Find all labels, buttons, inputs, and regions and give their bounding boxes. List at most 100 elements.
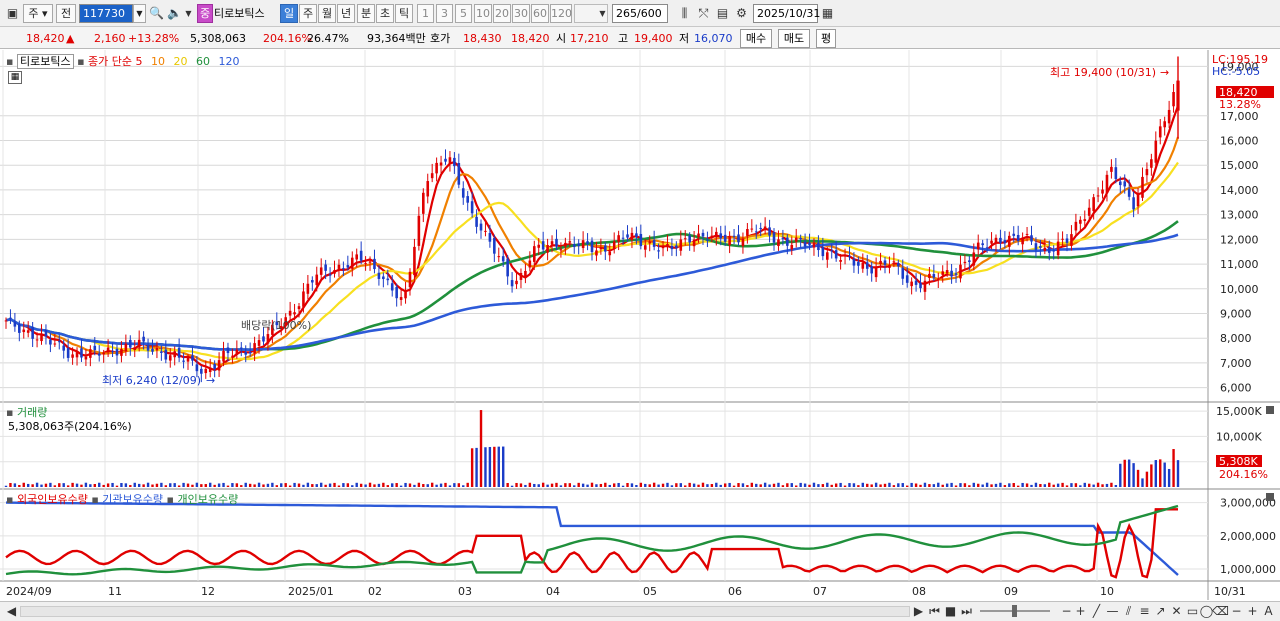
scroll-track[interactable] <box>20 606 910 617</box>
volume-bar <box>550 483 554 487</box>
candle-body <box>390 283 394 291</box>
speaker-dropdown-icon[interactable]: ▼ <box>180 5 197 22</box>
candle-body <box>435 162 438 174</box>
scroll-to-end-icon[interactable]: ⏭ <box>958 603 975 620</box>
interval-20[interactable]: 20 <box>493 4 511 23</box>
foreign-holdings-label[interactable]: 외국인보유수량 <box>17 493 88 506</box>
volume-panel-close-icon[interactable] <box>1266 406 1274 414</box>
institution-holdings-label[interactable]: 기관보유수량 <box>102 493 163 506</box>
individual-holdings-label[interactable]: 개인보유수량 <box>177 493 238 506</box>
candle-body <box>40 333 43 342</box>
period-year[interactable]: 년 <box>337 4 355 23</box>
interval-10[interactable]: 10 <box>474 4 492 23</box>
scroll-to-start-icon[interactable]: ⏮ <box>926 603 943 620</box>
zoom-in-icon[interactable]: + <box>1072 603 1089 620</box>
bar-count-total: /600 <box>637 7 662 20</box>
eraser-icon[interactable]: ⌫ <box>1212 603 1229 620</box>
candle-body <box>577 243 580 247</box>
search-icon[interactable]: 🔍 <box>148 5 165 22</box>
volume-bar <box>222 482 225 487</box>
candle-body <box>661 246 665 249</box>
ma-legend-prefix[interactable]: 종가 단순 <box>88 55 132 68</box>
candle-type-icon[interactable]: ⫼ <box>676 5 693 22</box>
draw-channel-icon[interactable]: ⫽ <box>1120 603 1137 620</box>
volume-bar <box>1132 463 1135 487</box>
window-menu-icon[interactable]: ▣ <box>4 5 21 22</box>
minus-icon[interactable]: − <box>1228 603 1245 620</box>
period-second[interactable]: 초 <box>376 4 394 23</box>
draw-fib-icon[interactable]: ≡ <box>1136 603 1153 620</box>
date-input[interactable]: 2025/10/31 <box>753 4 820 23</box>
candle-body <box>208 367 212 372</box>
chart-svg[interactable]: 19,00017,00016,00015,00014,00013,00012,0… <box>0 50 1280 600</box>
candle-body <box>262 336 265 342</box>
bar-count-field[interactable]: 265/600 <box>612 4 668 23</box>
draw-line-icon[interactable]: ╱ <box>1088 603 1105 620</box>
x-axis-label: 04 <box>546 585 560 598</box>
scroll-left-icon[interactable]: ◀ <box>3 603 20 620</box>
calendar-icon[interactable]: ▦ <box>819 5 836 22</box>
period-week[interactable]: 주 <box>299 4 317 23</box>
prev-stock-button[interactable]: 전 <box>56 4 76 23</box>
save-icon[interactable]: ▤ <box>714 5 731 22</box>
volume-bar <box>732 485 736 487</box>
zoom-slider-handle[interactable] <box>1012 605 1017 617</box>
interval-30[interactable]: 30 <box>512 4 530 23</box>
volume-bar <box>746 485 749 487</box>
interval-120[interactable]: 120 <box>550 4 572 23</box>
candle-body <box>879 260 882 265</box>
period-month[interactable]: 월 <box>318 4 336 23</box>
draw-cross-icon[interactable]: ✕ <box>1168 603 1185 620</box>
candle-body <box>608 251 612 256</box>
period-day[interactable]: 일 <box>280 4 298 23</box>
candle-body <box>213 364 216 369</box>
candle-body <box>963 261 967 264</box>
eval-button[interactable]: 평 <box>816 29 836 48</box>
candle-body <box>13 321 17 327</box>
bar-count-value: 265 <box>616 7 637 20</box>
interval-dropdown-icon[interactable]: ▼ <box>594 5 611 22</box>
draw-arrow-icon[interactable]: ↗ <box>1152 603 1169 620</box>
sell-button[interactable]: 매도 <box>778 29 810 48</box>
volume-bar <box>75 483 79 487</box>
overlay-icon[interactable]: ⤲ <box>695 5 712 22</box>
interval-5[interactable]: 5 <box>455 4 472 23</box>
draw-hline-icon[interactable]: — <box>1104 603 1121 620</box>
candle-body <box>808 242 811 245</box>
period-minute[interactable]: 분 <box>357 4 375 23</box>
volume-bar <box>1167 468 1171 487</box>
scroll-right-icon[interactable]: ▶ <box>910 603 927 620</box>
buy-button[interactable]: 매수 <box>740 29 772 48</box>
period-tick[interactable]: 틱 <box>395 4 413 23</box>
market-select[interactable]: 주 ▾ <box>23 4 53 23</box>
price-panel-name[interactable]: 티로보틱스 <box>16 54 74 69</box>
candle-body <box>985 247 989 249</box>
volume-bar <box>719 484 722 487</box>
holdings-panel-close-icon[interactable] <box>1266 493 1274 501</box>
code-dropdown-button[interactable]: ▼ <box>133 4 146 23</box>
volume-bar <box>391 483 394 487</box>
current-pct-text: 13.28% <box>1219 98 1261 111</box>
volume-bar <box>1048 482 1051 487</box>
grid-toggle-icon[interactable]: ▦ <box>8 71 22 84</box>
volume-bar <box>586 484 589 487</box>
interval-60[interactable]: 60 <box>531 4 549 23</box>
stock-code-input[interactable]: 117730 <box>79 4 133 23</box>
candle-body <box>497 256 501 258</box>
volume-bar <box>932 484 936 487</box>
plus-icon[interactable]: + <box>1244 603 1261 620</box>
volume-bar <box>1030 484 1033 487</box>
stop-icon[interactable]: ■ <box>942 603 959 620</box>
candle-body <box>57 341 61 343</box>
candle-body <box>66 348 70 358</box>
volume-bar <box>728 482 731 487</box>
text-tool-icon[interactable]: A <box>1260 603 1277 620</box>
volume-bar <box>417 482 421 487</box>
candle-body <box>137 339 141 348</box>
interval-1[interactable]: 1 <box>417 4 434 23</box>
chart-area[interactable]: 19,000 17,000 16,000 15,000 14,000 13,000 12,0… <box>0 50 1280 600</box>
candle-body <box>652 240 656 247</box>
volume-bar <box>1127 459 1131 487</box>
interval-3[interactable]: 3 <box>436 4 453 23</box>
gear-icon[interactable]: ⚙ <box>733 5 750 22</box>
